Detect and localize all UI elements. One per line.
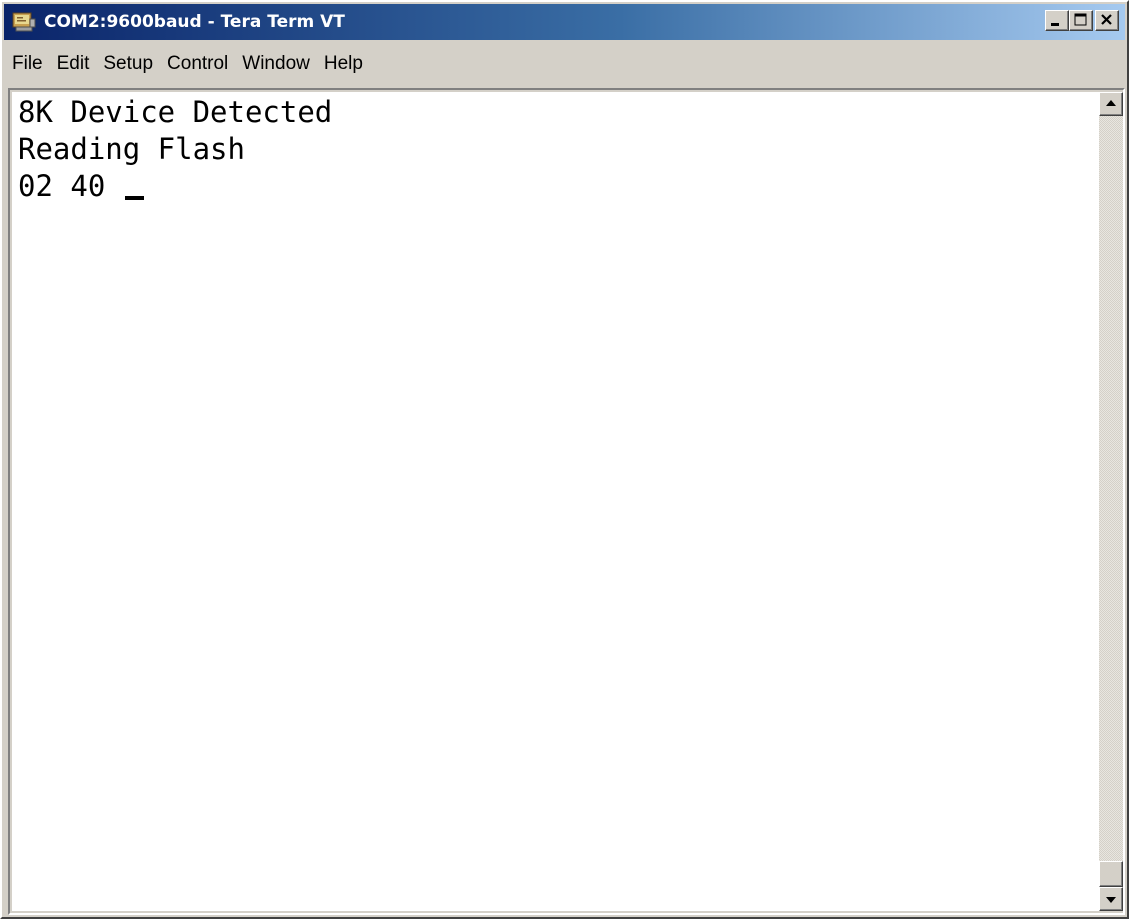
terminal-screen[interactable]: 8K Device Detected Reading Flash 02 40 [12,92,1099,911]
scroll-thumb[interactable] [1099,861,1123,887]
menu-control[interactable]: Control [159,51,234,77]
scroll-up-arrow-icon [1100,93,1122,115]
menu-edit[interactable]: Edit [49,51,96,77]
menu-setup[interactable]: Setup [95,51,159,77]
caption-buttons [1045,10,1119,31]
scroll-down-arrow-icon [1100,888,1122,910]
maximize-icon [1070,11,1092,30]
terminal-line-text: Reading Flash [18,132,245,166]
menu-help[interactable]: Help [316,51,369,77]
scroll-up-button[interactable] [1099,92,1123,116]
teraterm-app-icon[interactable] [12,11,36,33]
terminal-frame: 8K Device Detected Reading Flash 02 40 [8,88,1125,915]
terminal-line: Reading Flash [18,131,245,168]
title-bar[interactable]: COM2:9600baud - Tera Term VT [4,4,1125,40]
terminal-line: 02 40 [18,168,144,205]
terminal-line-text: 8K Device Detected [18,95,333,129]
window-title: COM2:9600baud - Tera Term VT [44,12,345,32]
maximize-button[interactable] [1069,10,1093,31]
teraterm-window: COM2:9600baud - Tera Term VT File Edit S… [0,0,1129,919]
minimize-button[interactable] [1045,10,1069,31]
menu-bar: File Edit Setup Control Window Help [4,44,369,84]
close-icon [1096,11,1118,30]
underline-cursor [124,196,144,200]
terminal-line: 8K Device Detected [18,94,332,131]
close-button[interactable] [1095,10,1119,31]
scroll-down-button[interactable] [1099,887,1123,911]
vertical-scrollbar[interactable] [1099,92,1123,911]
minimize-icon [1046,11,1068,30]
menu-window[interactable]: Window [234,51,316,77]
menu-file[interactable]: File [4,51,49,77]
terminal-line-text: 02 40 [18,169,123,203]
